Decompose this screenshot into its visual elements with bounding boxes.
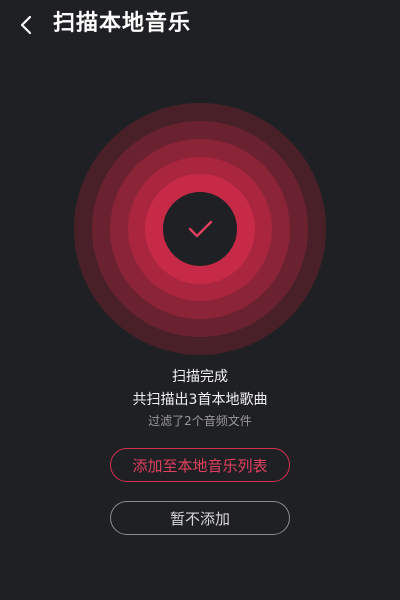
filtered-files-text: 过滤了2个音频文件 xyxy=(148,414,252,428)
scan-result-text: 共扫描出3首本地歌曲 xyxy=(132,392,268,408)
page-title: 扫描本地音乐 xyxy=(53,11,192,36)
scan-status-text: 扫描完成 xyxy=(172,369,228,385)
back-button[interactable] xyxy=(12,10,42,40)
center-disc xyxy=(163,192,237,266)
top-bar: 扫描本地音乐 xyxy=(0,0,400,52)
skip-add-button[interactable]: 暂不添加 xyxy=(110,501,290,535)
scan-complete-rings xyxy=(74,103,326,355)
chevron-left-icon xyxy=(20,15,32,35)
scan-local-music-screen: 扫描本地音乐 扫描完成 共扫描出3首本地歌曲 过滤了2个音频文件 添加至本地音乐… xyxy=(0,0,400,600)
add-to-local-list-button[interactable]: 添加至本地音乐列表 xyxy=(110,448,290,482)
